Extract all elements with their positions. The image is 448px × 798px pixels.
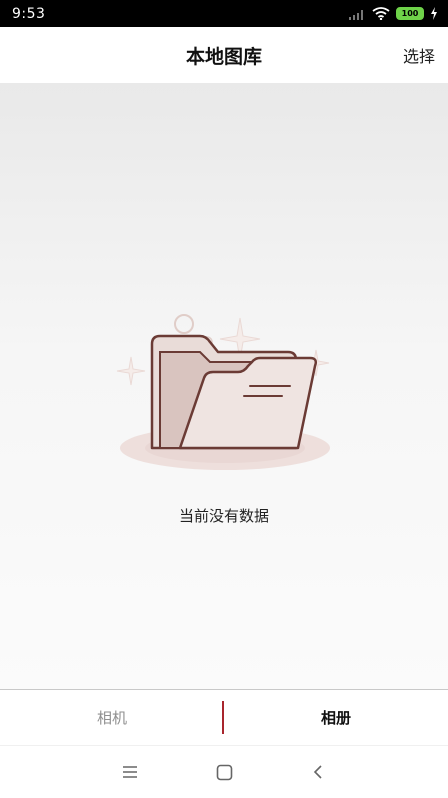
status-bar: 9:53 100: [0, 0, 448, 27]
wifi-icon: [372, 7, 390, 20]
status-time: 9:53: [12, 5, 46, 22]
menu-icon: [123, 766, 137, 778]
navigation-bar: [0, 745, 448, 798]
battery-icon: 100: [396, 7, 424, 20]
header: 本地图库 选择: [0, 27, 448, 83]
battery-level: 100: [401, 9, 419, 18]
empty-state-panel: 当前没有数据: [0, 83, 448, 689]
tab-album[interactable]: 相册: [224, 707, 448, 728]
home-icon: [216, 764, 232, 780]
tab-divider: [222, 701, 224, 734]
empty-message: 当前没有数据: [178, 507, 269, 525]
home-button[interactable]: [212, 760, 236, 784]
back-icon: [313, 765, 322, 779]
menu-button[interactable]: [118, 760, 142, 784]
page-title: 本地图库: [185, 45, 262, 68]
tab-camera[interactable]: 相机: [0, 707, 224, 728]
folder-icon: [116, 314, 330, 470]
bottom-tab-bar: 相机 相册: [0, 689, 448, 745]
status-icons: 100: [348, 7, 438, 20]
signal-icon: [349, 9, 363, 20]
charging-icon: [431, 7, 437, 20]
back-button[interactable]: [306, 760, 330, 784]
select-button[interactable]: 选择: [403, 43, 435, 67]
